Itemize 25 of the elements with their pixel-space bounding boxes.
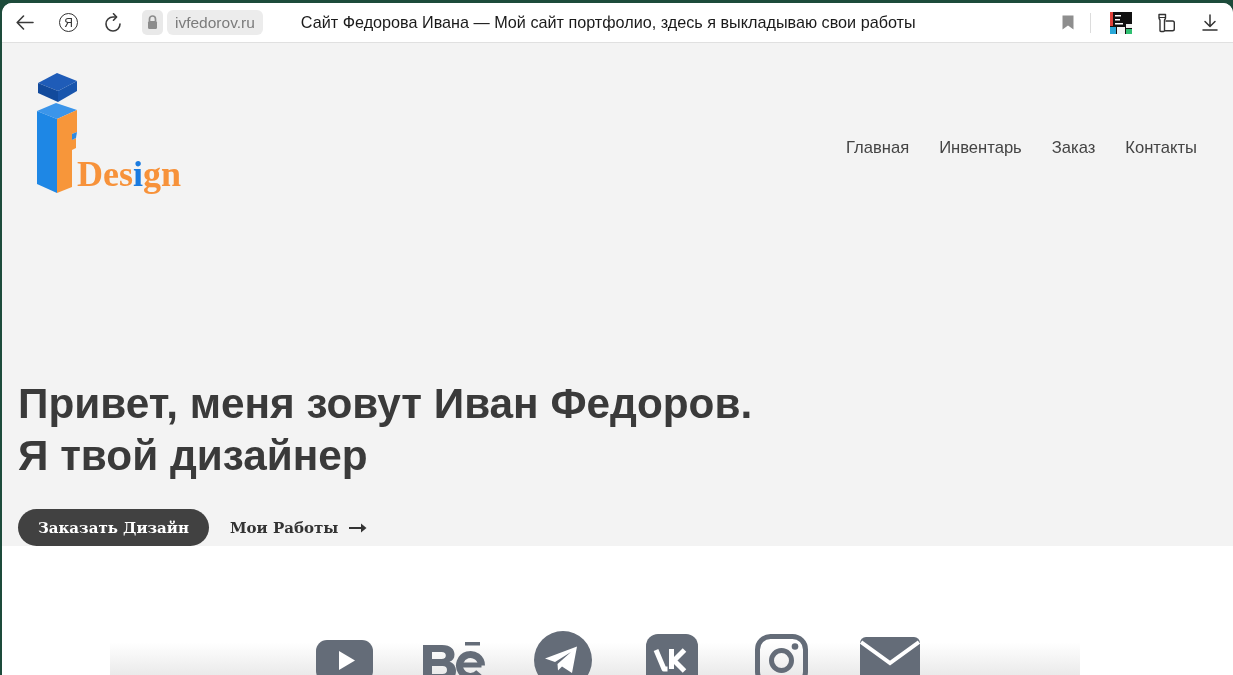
nav-link[interactable]: Главная xyxy=(845,136,910,160)
vk-logo-icon[interactable] xyxy=(646,634,698,675)
nav-link[interactable]: Заказ xyxy=(1051,136,1096,160)
download-icon[interactable] xyxy=(1202,14,1218,31)
lock-icon xyxy=(142,10,163,35)
hero-heading: Привет, меня зовут Иван Федоров. Я твой дизайнер xyxy=(18,379,754,481)
works-link[interactable]: Мои Работы xyxy=(229,518,368,537)
panels-icon[interactable] xyxy=(1156,12,1176,33)
bookmark-icon[interactable] xyxy=(1062,15,1074,30)
reload-icon[interactable] xyxy=(104,13,122,32)
camera-icon[interactable] xyxy=(755,634,808,675)
paper-plane-icon[interactable] xyxy=(534,631,592,675)
logo-text: Design xyxy=(77,156,182,192)
app-tile-icon[interactable] xyxy=(1110,11,1132,34)
nav-link[interactable]: Контакты xyxy=(1125,136,1197,160)
video-play-icon[interactable] xyxy=(316,640,373,675)
be-logo-icon[interactable] xyxy=(423,640,485,675)
page-title: Сайт Федорова Ивана — Мой сайт портфолио, здесь я выкладываю свои работы xyxy=(300,12,916,34)
logo-icon xyxy=(37,72,77,193)
back-icon[interactable] xyxy=(16,15,34,30)
arrow-right-icon xyxy=(349,522,368,533)
order-button[interactable]: Заказать Дизайн xyxy=(18,509,209,546)
nav-link[interactable]: Инвентарь xyxy=(939,136,1022,160)
url-field[interactable]: ivfedorov.ru xyxy=(167,10,263,35)
envelope-icon[interactable] xyxy=(860,637,920,675)
